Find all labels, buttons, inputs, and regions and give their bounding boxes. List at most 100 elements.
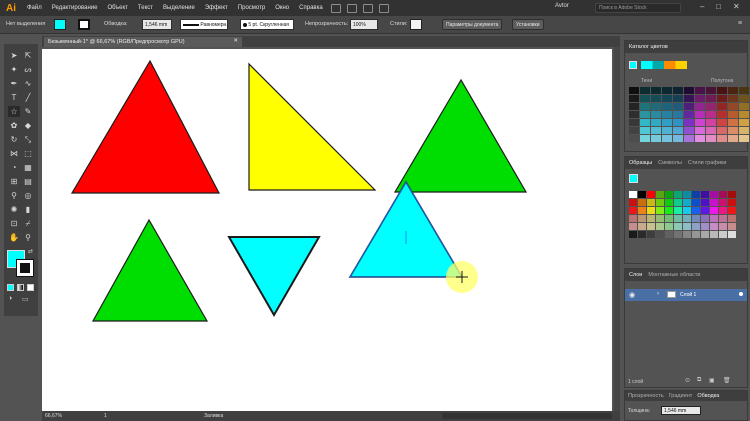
guide-swatch[interactable] xyxy=(706,111,716,118)
close-tab-icon[interactable]: ✕ xyxy=(233,38,238,44)
swatch-item[interactable] xyxy=(710,215,718,222)
guide-swatch[interactable] xyxy=(728,111,738,118)
direct-selection-tool-icon[interactable]: ⇱ xyxy=(22,50,34,61)
swatch-item[interactable] xyxy=(629,223,637,230)
swatch-item[interactable] xyxy=(701,215,709,222)
swatch-item[interactable] xyxy=(719,207,727,214)
swatch-item[interactable] xyxy=(656,223,664,230)
swatch-item[interactable] xyxy=(710,199,718,206)
menu-object[interactable]: Объект xyxy=(102,5,132,11)
guide-swatch[interactable] xyxy=(695,127,705,134)
free-transform-tool-icon[interactable]: ⬚ xyxy=(22,148,34,159)
swatch-item[interactable] xyxy=(665,215,673,222)
document-setup-button[interactable]: Параметры документа xyxy=(442,19,503,30)
swatch-item[interactable] xyxy=(728,191,736,198)
swatch-item[interactable] xyxy=(728,215,736,222)
guide-swatch[interactable] xyxy=(728,135,738,142)
preferences-button[interactable]: Установки xyxy=(512,19,544,30)
delete-layer-icon[interactable]: 🗑 xyxy=(723,377,731,384)
guide-swatch[interactable] xyxy=(695,103,705,110)
swatch-item[interactable] xyxy=(674,231,682,238)
guide-swatch[interactable] xyxy=(651,87,661,94)
swatch-item[interactable] xyxy=(665,231,673,238)
guide-swatch[interactable] xyxy=(673,119,683,126)
paintbrush-tool-icon[interactable]: ✎ xyxy=(22,106,34,117)
zoom-tool-icon[interactable]: ⚲ xyxy=(22,232,34,243)
guide-swatch[interactable] xyxy=(728,95,738,102)
swatch-item[interactable] xyxy=(656,215,664,222)
swatch-item[interactable] xyxy=(710,223,718,230)
swatch-item[interactable] xyxy=(728,223,736,230)
swap-fill-stroke-icon[interactable]: ⇄ xyxy=(28,248,33,255)
lasso-tool-icon[interactable]: ᔕ xyxy=(22,64,34,75)
swatch-item[interactable] xyxy=(629,191,637,198)
swatch-library-grid[interactable] xyxy=(629,191,736,238)
swatch-item[interactable] xyxy=(638,215,646,222)
gpu-performance-icon[interactable] xyxy=(378,3,389,13)
layer-name[interactable]: Слой 1 xyxy=(680,292,696,298)
swatch-item[interactable] xyxy=(656,199,664,206)
arrange-documents-icon[interactable] xyxy=(362,3,373,13)
swatch-item[interactable] xyxy=(638,199,646,206)
guide-swatch[interactable] xyxy=(640,103,650,110)
guide-swatch[interactable] xyxy=(739,95,749,102)
swatch-item[interactable] xyxy=(728,207,736,214)
guide-swatch[interactable] xyxy=(629,127,639,134)
swatch-item[interactable] xyxy=(629,215,637,222)
eraser-tool-icon[interactable]: ◆ xyxy=(22,120,34,131)
swatch-item[interactable] xyxy=(647,207,655,214)
tab-stroke[interactable]: Обводка xyxy=(697,393,719,399)
swatch-item[interactable] xyxy=(629,231,637,238)
menu-view[interactable]: Просмотр xyxy=(233,5,270,11)
symbol-sprayer-tool-icon[interactable]: ✺ xyxy=(8,204,20,215)
make-clipping-mask-icon[interactable]: ⊙ xyxy=(685,377,690,384)
type-tool-icon[interactable]: T xyxy=(8,92,20,103)
swatch-item[interactable] xyxy=(665,191,673,198)
guide-swatch[interactable] xyxy=(695,95,705,102)
swatch-item[interactable] xyxy=(710,207,718,214)
swatch-item[interactable] xyxy=(692,231,700,238)
yellow-right-triangle[interactable] xyxy=(248,62,377,191)
tab-swatches[interactable]: Образцы xyxy=(629,160,652,166)
guide-swatch[interactable] xyxy=(717,103,727,110)
tab-layers[interactable]: Слои xyxy=(629,272,642,278)
bridge-icon[interactable] xyxy=(330,3,341,13)
guide-swatch[interactable] xyxy=(673,103,683,110)
guide-swatch[interactable] xyxy=(640,135,650,142)
close-icon[interactable]: ✕ xyxy=(733,2,740,11)
menu-window[interactable]: Окно xyxy=(270,5,294,11)
swatch-item[interactable] xyxy=(719,199,727,206)
guide-swatch[interactable] xyxy=(684,119,694,126)
swatch-item[interactable] xyxy=(665,223,673,230)
guide-swatch[interactable] xyxy=(673,87,683,94)
color-mode-icon[interactable] xyxy=(7,284,14,291)
swatch-item[interactable] xyxy=(674,191,682,198)
guide-swatch[interactable] xyxy=(640,87,650,94)
menu-file[interactable]: Файл xyxy=(22,5,47,11)
guide-swatch[interactable] xyxy=(629,95,639,102)
swatch-item[interactable] xyxy=(629,199,637,206)
swatch-item[interactable] xyxy=(719,191,727,198)
swatch-item[interactable] xyxy=(683,231,691,238)
red-triangle[interactable] xyxy=(70,59,220,194)
swatch-item[interactable] xyxy=(692,191,700,198)
guide-swatch[interactable] xyxy=(640,111,650,118)
guide-swatch[interactable] xyxy=(717,119,727,126)
guide-swatch[interactable] xyxy=(662,103,672,110)
tab-artboards[interactable]: Монтажные области xyxy=(648,272,700,278)
swatch-item[interactable] xyxy=(719,223,727,230)
menu-select[interactable]: Выделение xyxy=(158,5,200,11)
swatch-item[interactable] xyxy=(638,191,646,198)
guide-swatch[interactable] xyxy=(684,103,694,110)
green-triangle-bottom[interactable] xyxy=(91,218,209,322)
swatch-item[interactable] xyxy=(674,223,682,230)
swatch-item[interactable] xyxy=(701,223,709,230)
base-color-swatch[interactable] xyxy=(629,61,637,69)
guide-swatch[interactable] xyxy=(640,119,650,126)
guide-swatch[interactable] xyxy=(717,95,727,102)
guide-swatch[interactable] xyxy=(662,135,672,142)
swatch-item[interactable] xyxy=(692,199,700,206)
guide-swatch[interactable] xyxy=(717,87,727,94)
swatch-item[interactable] xyxy=(683,223,691,230)
brush-definition[interactable]: 5 pt. Скругленная xyxy=(240,19,294,30)
